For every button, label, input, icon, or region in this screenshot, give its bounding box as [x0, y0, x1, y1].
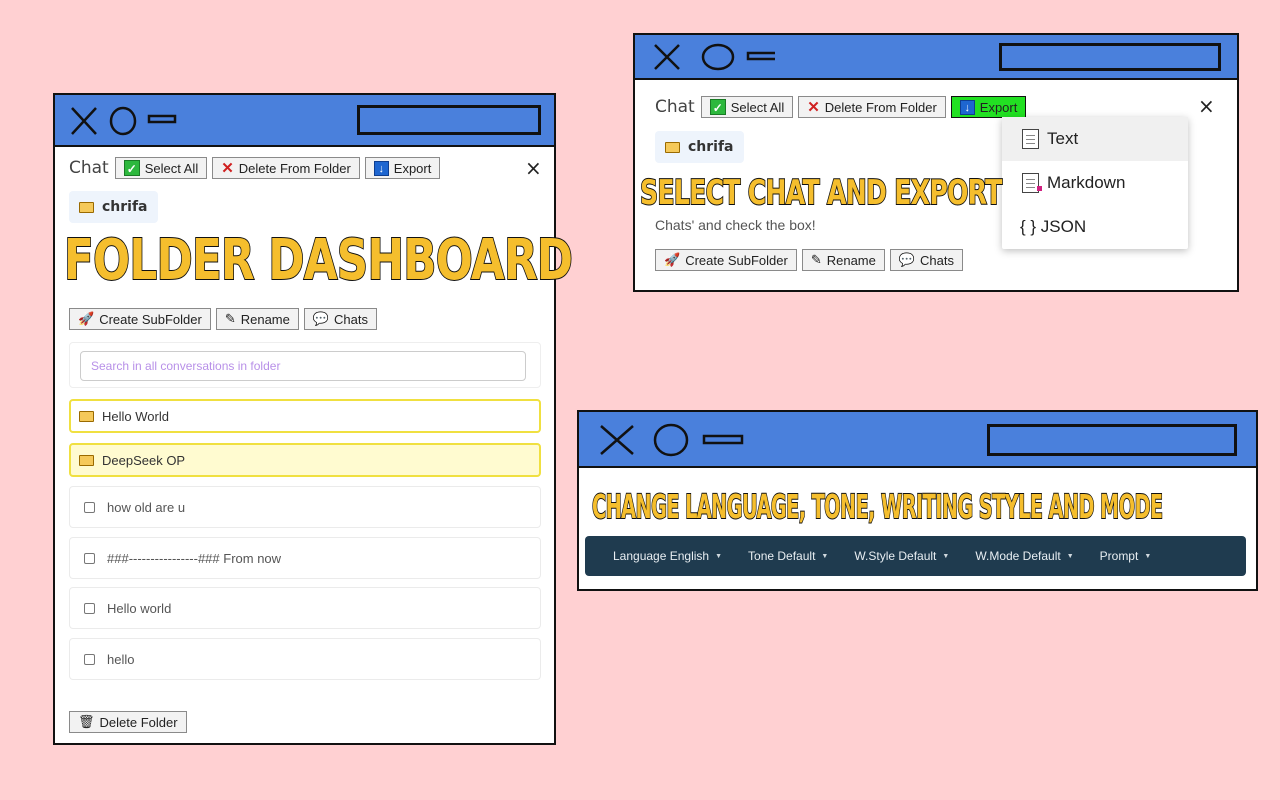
- markdown-icon: [1022, 173, 1042, 193]
- rename-button[interactable]: ✎ Rename: [215, 308, 299, 330]
- window-controls-icon: [71, 106, 177, 136]
- chats-button[interactable]: 💬 Chats: [303, 308, 378, 330]
- writing-style-dropdown[interactable]: W.Style Default ▼: [854, 549, 949, 563]
- window-address-box: [987, 424, 1237, 456]
- pencil-icon: ✎: [224, 311, 236, 326]
- folder-icon: [79, 410, 94, 422]
- download-icon: ↓: [959, 99, 975, 115]
- folder-actions: 🚀 Create SubFolder ✎ Rename 💬 Chats: [69, 308, 382, 330]
- language-dropdown[interactable]: Language English ▼: [613, 549, 722, 563]
- window-titlebar: [635, 35, 1237, 80]
- window-controls-icon: [654, 43, 775, 71]
- export-menu-item-text[interactable]: Text: [1002, 117, 1188, 161]
- caret-down-icon: ▼: [942, 552, 950, 560]
- caret-down-icon: ▼: [821, 552, 829, 560]
- trash-icon: 🗑: [78, 714, 95, 729]
- create-subfolder-button[interactable]: 🚀 Create SubFolder: [655, 249, 797, 271]
- folder-description: Chats' and check the box!: [655, 217, 816, 233]
- folder-actions: 🚀 Create SubFolder ✎ Rename 💬 Chats: [655, 249, 968, 271]
- select-all-button[interactable]: ✓ Select All: [114, 157, 208, 179]
- folder-icon: [79, 201, 94, 213]
- cross-icon: ✕: [221, 160, 234, 177]
- search-input[interactable]: [80, 351, 526, 381]
- window-titlebar: [55, 95, 554, 147]
- overlay-title-change-language: CHANGE LANGUAGE, TONE, WRITING STYLE AND…: [591, 486, 1163, 527]
- chat-label: Chat: [655, 97, 695, 117]
- export-button[interactable]: ↓ Export: [950, 96, 1027, 118]
- document-icon: [1022, 129, 1039, 149]
- current-folder-chip[interactable]: chrifa: [69, 191, 158, 223]
- caret-down-icon: ▼: [1066, 552, 1074, 560]
- export-menu-item-json[interactable]: { } JSON: [1002, 205, 1188, 249]
- rocket-icon: 🚀: [78, 311, 95, 326]
- cross-icon: ✕: [807, 99, 820, 116]
- check-icon: ✓: [709, 99, 726, 115]
- rename-button[interactable]: ✎ Rename: [801, 249, 885, 271]
- speech-bubble-icon: 💬: [898, 252, 916, 267]
- speech-bubble-icon: 💬: [312, 311, 330, 326]
- delete-folder-button[interactable]: 🗑 Delete Folder: [69, 711, 187, 733]
- writing-mode-dropdown[interactable]: W.Mode Default ▼: [975, 549, 1073, 563]
- current-folder-chip[interactable]: chrifa: [655, 131, 744, 163]
- chat-row[interactable]: ###----------------### From now: [69, 537, 541, 579]
- subfolder-row[interactable]: Hello World: [69, 399, 541, 433]
- overlay-title-folder-dashboard: FOLDER DASHBOARD: [63, 227, 574, 294]
- overlay-title-select-chat-export: SELECT CHAT AND EXPORT: [639, 172, 1003, 214]
- chat-row[interactable]: how old are u: [69, 486, 541, 528]
- export-window: Chat ✓ Select All ✕ Delete From Folder ↓ Ex…: [633, 33, 1239, 292]
- folder-icon: [79, 454, 94, 466]
- subfolder-row[interactable]: DeepSeek OP: [69, 443, 541, 477]
- chat-row[interactable]: hello: [69, 638, 541, 680]
- folder-header: Chat ✓ Select All ✕ Delete From Folder ↓ Ex…: [655, 96, 1031, 118]
- window-titlebar: [579, 412, 1256, 468]
- delete-from-folder-button[interactable]: ✕ Delete From Folder: [212, 157, 360, 179]
- folder-dashboard-window: Chat ✓ Select All ✕ Delete From Folder ↓ Ex…: [53, 93, 556, 745]
- chat-row[interactable]: Hello world: [69, 587, 541, 629]
- tone-dropdown[interactable]: Tone Default ▼: [748, 549, 828, 563]
- prompt-settings-toolbar: Language English ▼ Tone Default ▼ W.Style …: [585, 536, 1246, 576]
- folder-header: Chat ✓ Select All ✕ Delete From Folder ↓ Ex…: [69, 157, 445, 179]
- create-subfolder-button[interactable]: 🚀 Create SubFolder: [69, 308, 211, 330]
- pencil-icon: ✎: [810, 252, 822, 267]
- caret-down-icon: ▼: [1144, 552, 1152, 560]
- export-button[interactable]: ↓ Export: [364, 157, 441, 179]
- export-menu: Text Markdown { } JSON: [1002, 117, 1188, 249]
- rocket-icon: 🚀: [664, 252, 681, 267]
- prompt-dropdown[interactable]: Prompt ▼: [1100, 549, 1152, 563]
- chats-button[interactable]: 💬 Chats: [889, 249, 964, 271]
- chat-checkbox[interactable]: [84, 602, 95, 614]
- chat-checkbox[interactable]: [84, 653, 95, 665]
- search-container: [69, 342, 541, 388]
- delete-from-folder-button[interactable]: ✕ Delete From Folder: [798, 96, 946, 118]
- window-address-box: [999, 43, 1221, 71]
- window-address-box: [357, 105, 541, 135]
- window-controls-icon: [600, 423, 744, 457]
- check-icon: ✓: [123, 160, 140, 176]
- close-icon[interactable]: ×: [525, 156, 542, 180]
- chat-checkbox[interactable]: [84, 552, 95, 564]
- close-icon[interactable]: ×: [1198, 94, 1215, 118]
- download-icon: ↓: [373, 160, 389, 176]
- select-all-button[interactable]: ✓ Select All: [700, 96, 794, 118]
- chat-label: Chat: [69, 158, 109, 178]
- export-menu-item-markdown[interactable]: Markdown: [1002, 161, 1188, 205]
- chat-checkbox[interactable]: [84, 501, 95, 513]
- folder-icon: [665, 141, 680, 153]
- footer-actions: 🗑 Delete Folder: [69, 711, 192, 733]
- caret-down-icon: ▼: [715, 552, 723, 560]
